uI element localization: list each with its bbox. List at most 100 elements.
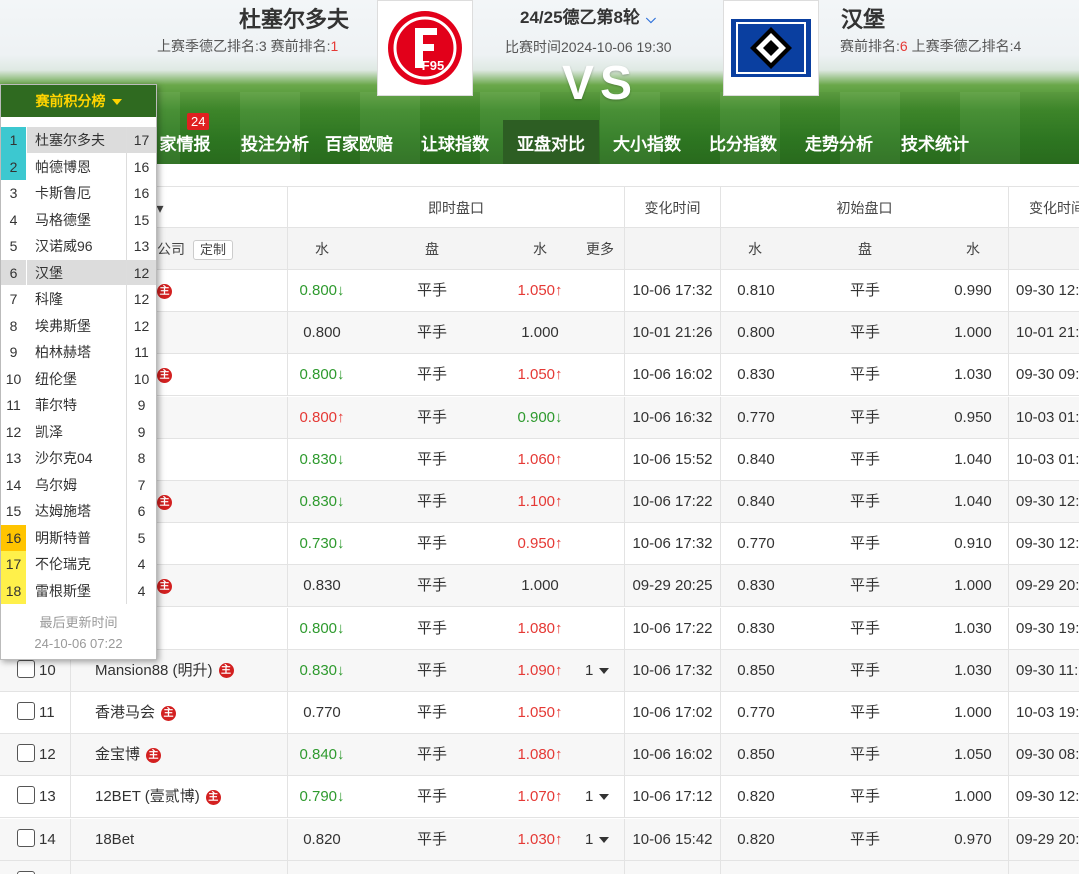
tab-betting-analysis[interactable]: 投注分析 <box>215 120 311 164</box>
live-water-away-value: 1.080 <box>517 619 556 637</box>
round-selector[interactable]: 24/25德乙第8轮 ⌵ <box>520 3 656 28</box>
initial-water-home: 0.770 <box>737 535 775 553</box>
table-row: 主 0.830↓ 平手 1.100↑ 10-06 17:22 0.840 平手 1.040 09… <box>0 481 1079 523</box>
table-row: 12 金宝博主 0.840↓ 平手 1.080↑ 10-06 16:02 0.850 平手 1.… <box>0 734 1079 777</box>
standings-points: 17 <box>126 127 156 154</box>
standings-position: 15 <box>1 498 27 525</box>
more-dropdown[interactable]: 1 <box>585 776 610 818</box>
standings-row[interactable]: 8 埃弗斯堡 12 <box>1 312 156 339</box>
standings-row[interactable]: 7 科隆 12 <box>1 286 156 313</box>
initial-water-away: 0.950 <box>954 408 992 426</box>
away-team-name[interactable]: 汉堡 <box>841 2 885 34</box>
standings-row[interactable]: 14 乌尔姆 7 <box>1 471 156 498</box>
standings-position: 6 <box>1 259 27 286</box>
tab-european-odds[interactable]: 百家欧赔 <box>311 120 407 164</box>
away-team-logo[interactable] <box>723 0 819 96</box>
initial-water-home: 0.830 <box>737 577 775 595</box>
company-name[interactable]: 香港马会主 <box>95 692 177 734</box>
away-rank-label: 赛前排名: <box>840 38 900 54</box>
tab-label: 亚盘对比 <box>517 134 585 154</box>
home-rank-value: 1 <box>330 38 339 54</box>
live-water-home-value: 0.830 <box>303 577 341 595</box>
initial-water-away: 0.990 <box>954 282 992 299</box>
initial-water-away: 1.040 <box>954 493 992 510</box>
host-icon: 主 <box>218 663 234 679</box>
handicap-header: 盘 <box>425 241 439 257</box>
company-name[interactable]: 12BET (壹贰博) 主 <box>95 776 221 818</box>
live-handicap: 平手 <box>416 282 447 299</box>
standings-team: 汉堡 <box>35 264 63 281</box>
live-handicap: 平手 <box>416 830 447 848</box>
standings-row[interactable]: 3 卡斯鲁厄 16 <box>1 180 156 207</box>
tab-handicap-index[interactable]: 让球指数 <box>407 120 503 164</box>
standings-row[interactable]: 10 纽伦堡 10 <box>1 365 156 392</box>
tab-intel[interactable]: 24 家情报 <box>155 113 215 164</box>
standings-row[interactable]: 13 沙尔克04 8 <box>1 445 156 472</box>
standings-row[interactable]: 15 达姆施塔 6 <box>1 498 156 525</box>
standings-row[interactable]: 6 汉堡 12 <box>1 259 156 286</box>
row-checkbox[interactable] <box>17 786 35 805</box>
live-water-home: 0.830 <box>290 565 354 607</box>
standings-points: 7 <box>126 471 156 498</box>
home-team-logo[interactable]: F95 <box>377 0 473 96</box>
row-checkbox[interactable] <box>17 744 35 763</box>
live-water-home: 0.840↓ <box>299 746 345 764</box>
standings-points: 12 <box>126 259 156 286</box>
live-water-away: 1.050↑ <box>517 282 563 299</box>
live-water-home-value: 0.800 <box>299 408 338 426</box>
standings-position: 7 <box>1 286 27 313</box>
live-water-away: 1.090↑ <box>517 661 563 679</box>
away-rank-value: 6 <box>899 38 908 54</box>
standings-row[interactable]: 11 菲尔特 9 <box>1 392 156 419</box>
change-time: 10-06 15:42 <box>632 830 713 848</box>
live-water-away-value: 1.060 <box>517 450 556 468</box>
tab-over-under[interactable]: 大小指数 <box>599 120 695 164</box>
standings-row[interactable]: 9 柏林赫塔 11 <box>1 339 156 366</box>
standings-row[interactable]: 17 不伦瑞克 4 <box>1 551 156 578</box>
standings-row[interactable]: 1 杜塞尔多夫 17 <box>1 127 156 154</box>
more-dropdown[interactable]: 1 <box>585 650 610 692</box>
standings-team: 不伦瑞克 <box>35 556 91 572</box>
standings-position: 18 <box>1 577 27 604</box>
standings-row[interactable]: 16 明斯特普 5 <box>1 524 156 551</box>
live-water-home-value: 0.820 <box>303 830 341 848</box>
live-water-home: 0.830↓ <box>299 493 345 510</box>
tab-trend-analysis[interactable]: 走势分析 <box>791 120 887 164</box>
initial-handicap: 平手 <box>849 366 880 384</box>
row-checkbox[interactable] <box>17 828 35 847</box>
standings-footer: 最后更新时间 24-10-06 07:22 <box>1 604 156 654</box>
live-water-away: 0.900↓ <box>517 408 563 426</box>
change-time: 10-06 16:32 <box>632 408 713 426</box>
standings-team: 埃弗斯堡 <box>35 317 91 334</box>
row-number: 11 <box>39 704 55 721</box>
standings-row[interactable]: 5 汉诺威96 13 <box>1 233 156 260</box>
company-name[interactable]: 主 <box>157 565 172 607</box>
tab-score-index[interactable]: 比分指数 <box>695 120 791 164</box>
row-number: 12 <box>39 746 56 764</box>
standings-position: 9 <box>1 339 27 366</box>
standings-row[interactable]: 18 雷根斯堡 4 <box>1 577 156 604</box>
row-checkbox[interactable] <box>17 702 35 720</box>
custom-button[interactable]: 定制 <box>193 240 234 260</box>
tab-tech-stats[interactable]: 技术统计 <box>887 120 983 164</box>
company-name[interactable]: 18Bet <box>95 819 134 861</box>
initial-change-time: 09-30 12: <box>1016 535 1079 553</box>
vs-label: VS <box>562 57 639 110</box>
standings-toggle[interactable]: 赛前积分榜 <box>1 85 156 117</box>
company-name[interactable]: 金宝博主 <box>95 734 162 776</box>
change-time-header-2: 变化时间 <box>1029 200 1079 216</box>
row-checkbox[interactable] <box>17 659 35 678</box>
standings-row[interactable]: 2 帕德博恩 16 <box>1 153 156 180</box>
initial-change-time: 10-03 01: <box>1016 450 1079 468</box>
standings-row[interactable]: 12 凯泽 9 <box>1 418 156 445</box>
company-name[interactable]: 主 <box>157 270 172 312</box>
company-name[interactable]: 主 <box>157 481 172 523</box>
company-name[interactable]: 主 <box>157 354 172 396</box>
standings-team: 帕德博恩 <box>35 158 91 175</box>
live-water-home: 0.820 <box>290 819 354 861</box>
tab-asian-handicap[interactable]: 亚盘对比 <box>503 120 599 164</box>
initial-handicap: 平手 <box>849 577 880 595</box>
more-dropdown[interactable]: 1 <box>585 819 610 861</box>
home-team-name[interactable]: 杜塞尔多夫 <box>239 2 349 34</box>
standings-row[interactable]: 4 马格德堡 15 <box>1 206 156 233</box>
